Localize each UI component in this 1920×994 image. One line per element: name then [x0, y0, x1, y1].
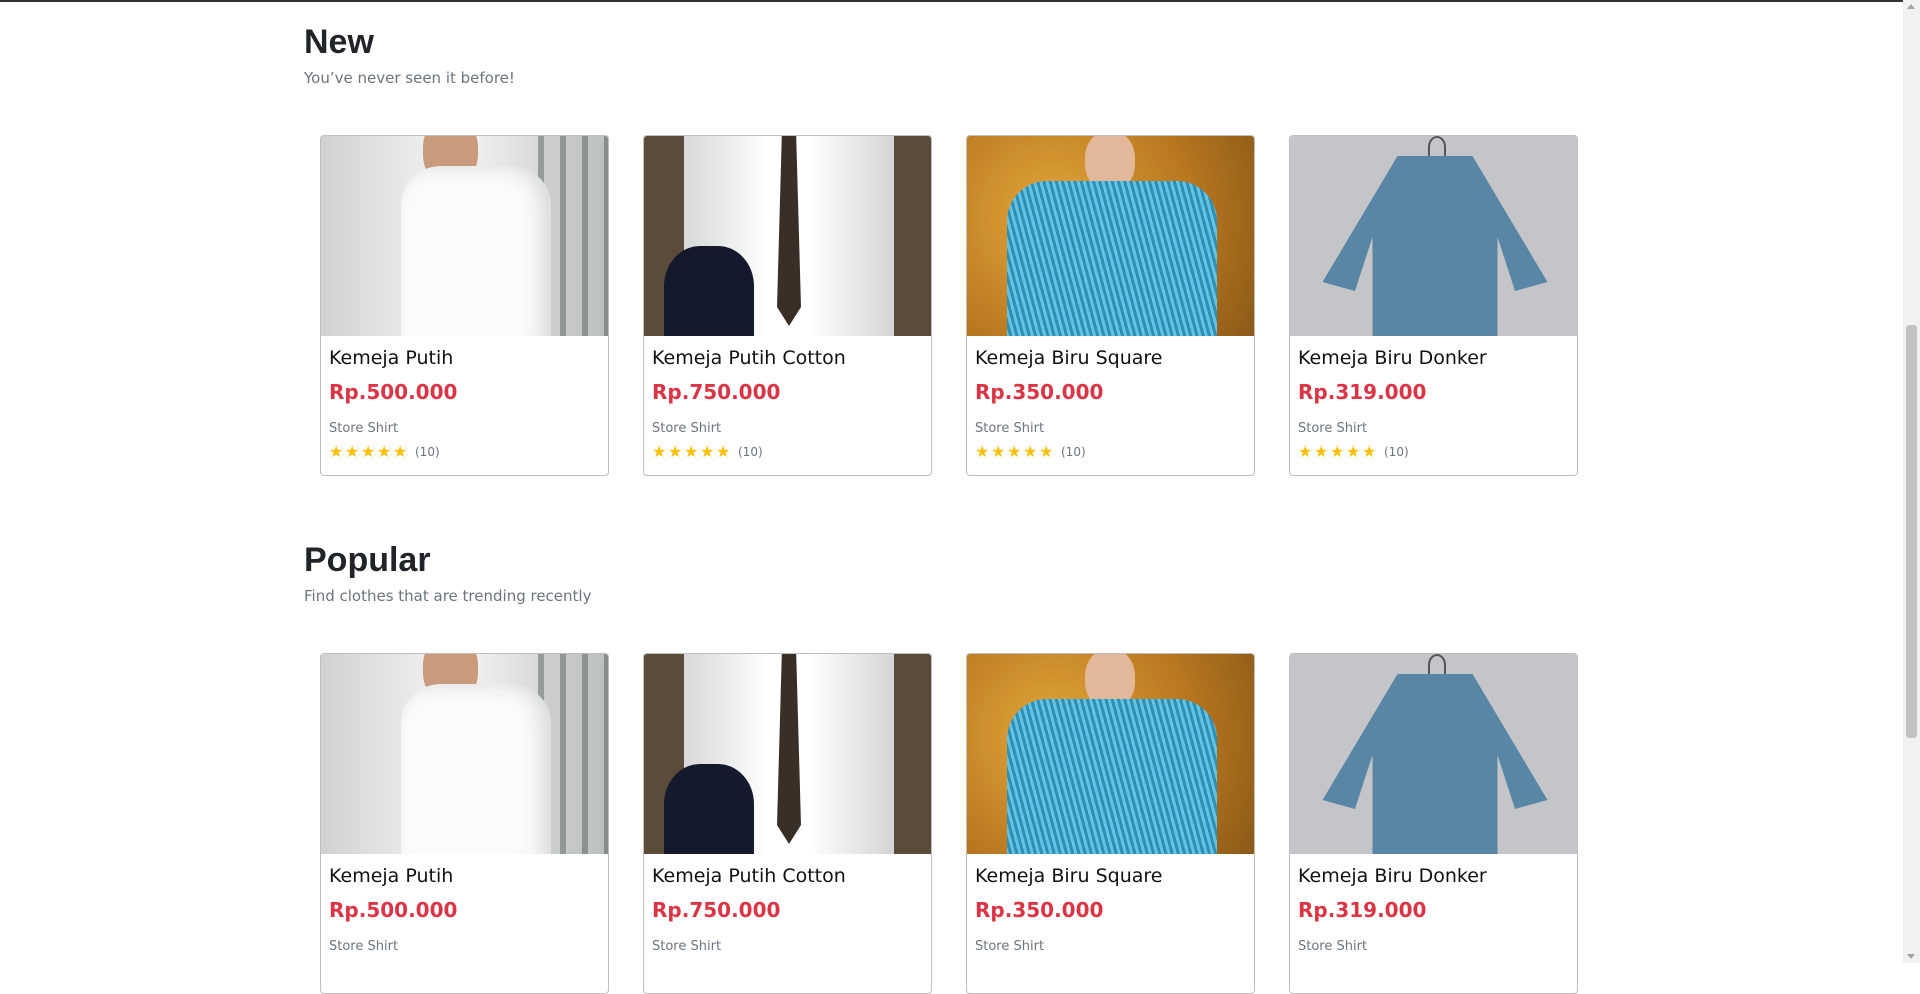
- store-name[interactable]: Store Shirt: [1298, 421, 1569, 437]
- product-name[interactable]: Kemeja Biru Donker: [1298, 864, 1569, 888]
- store-name[interactable]: Store Shirt: [975, 421, 1246, 437]
- product-card[interactable]: Kemeja Biru Square Rp.350.000 Store Shir…: [966, 135, 1255, 476]
- product-image[interactable]: [967, 654, 1254, 854]
- star-icon: ★: [1007, 442, 1022, 461]
- shirt-shape: [1322, 674, 1548, 854]
- window-top-border: [0, 0, 1920, 2]
- shirt-shape: [1322, 156, 1548, 336]
- star-icon: ★: [684, 442, 699, 461]
- star-icon: ★: [1346, 442, 1361, 461]
- hanger-shape: [1428, 654, 1446, 676]
- section-title-new: New: [304, 23, 374, 61]
- product-card[interactable]: Kemeja Putih Rp.500.000 Store Shirt ★ ★ ★ ★…: [320, 135, 609, 476]
- star-icon: ★: [700, 442, 715, 461]
- product-image[interactable]: [1290, 136, 1577, 336]
- star-icon: ★: [1039, 442, 1054, 461]
- store-name[interactable]: Store Shirt: [329, 421, 600, 437]
- product-name[interactable]: Kemeja Putih Cotton: [652, 346, 923, 370]
- product-price: Rp.750.000: [652, 380, 781, 404]
- review-count: (10): [1061, 445, 1086, 459]
- product-card[interactable]: Kemeja Putih Cotton Rp.750.000 Store Shi…: [643, 653, 932, 994]
- hanger-shape: [1428, 136, 1446, 158]
- shirt-shape: [1007, 181, 1217, 336]
- star-icon: ★: [652, 442, 667, 461]
- review-count: (10): [738, 445, 763, 459]
- vertical-scrollbar[interactable]: [1903, 0, 1920, 963]
- star-icon: ★: [393, 442, 408, 461]
- product-card[interactable]: Kemeja Biru Donker Rp.319.000 Store Shir…: [1289, 135, 1578, 476]
- store-name[interactable]: Store Shirt: [1298, 939, 1569, 955]
- section-title-popular: Popular: [304, 541, 431, 579]
- product-image[interactable]: [967, 136, 1254, 336]
- section-subtitle-new: You’ve never seen it before!: [304, 69, 515, 87]
- product-price: Rp.500.000: [329, 898, 458, 922]
- product-name[interactable]: Kemeja Putih: [329, 346, 600, 370]
- product-price: Rp.750.000: [652, 898, 781, 922]
- rating: ★ ★ ★ ★ ★ (10): [329, 444, 600, 460]
- product-name[interactable]: Kemeja Putih Cotton: [652, 864, 923, 888]
- shirt-shape: [1007, 699, 1217, 854]
- rating: ★ ★ ★ ★ ★ (10): [975, 444, 1246, 460]
- product-card[interactable]: Kemeja Putih Cotton Rp.750.000 Store Shi…: [643, 135, 932, 476]
- section-subtitle-popular: Find clothes that are trending recently: [304, 587, 592, 605]
- star-icon: ★: [1023, 442, 1038, 461]
- star-icon: ★: [345, 442, 360, 461]
- star-icon: ★: [377, 442, 392, 461]
- product-price: Rp.500.000: [329, 380, 458, 404]
- popular-product-list: Kemeja Putih Rp.500.000 Store Shirt Keme…: [320, 653, 1578, 994]
- store-name[interactable]: Store Shirt: [652, 939, 923, 955]
- scroll-down-icon[interactable]: [1907, 954, 1915, 959]
- popular-section: Popular Find clothes that are trending r…: [304, 540, 1604, 994]
- store-name[interactable]: Store Shirt: [652, 421, 923, 437]
- product-name[interactable]: Kemeja Putih: [329, 864, 600, 888]
- product-image[interactable]: [644, 136, 931, 336]
- scroll-thumb[interactable]: [1906, 325, 1917, 738]
- star-icon: ★: [716, 442, 731, 461]
- product-price: Rp.350.000: [975, 898, 1104, 922]
- store-name[interactable]: Store Shirt: [975, 939, 1246, 955]
- new-product-list: Kemeja Putih Rp.500.000 Store Shirt ★ ★ ★ ★…: [320, 135, 1578, 476]
- product-name[interactable]: Kemeja Biru Donker: [1298, 346, 1569, 370]
- star-icon: ★: [991, 442, 1006, 461]
- star-icon: ★: [329, 442, 344, 461]
- product-image[interactable]: [321, 654, 608, 854]
- product-card[interactable]: Kemeja Biru Square Rp.350.000 Store Shir…: [966, 653, 1255, 994]
- product-image[interactable]: [1290, 654, 1577, 854]
- jacket-shape: [664, 246, 754, 336]
- star-icon: ★: [361, 442, 376, 461]
- product-price: Rp.319.000: [1298, 898, 1427, 922]
- new-section: New You’ve never seen it before! Kemeja …: [304, 22, 1604, 476]
- review-count: (10): [1384, 445, 1409, 459]
- shirt-shape: [401, 684, 551, 854]
- rating: ★ ★ ★ ★ ★ (10): [652, 444, 923, 460]
- star-icon: ★: [668, 442, 683, 461]
- product-price: Rp.350.000: [975, 380, 1104, 404]
- star-icon: ★: [1330, 442, 1345, 461]
- product-image[interactable]: [321, 136, 608, 336]
- star-icon: ★: [1362, 442, 1377, 461]
- shirt-shape: [401, 166, 551, 336]
- product-card[interactable]: Kemeja Putih Rp.500.000 Store Shirt: [320, 653, 609, 994]
- star-icon: ★: [1314, 442, 1329, 461]
- product-name[interactable]: Kemeja Biru Square: [975, 864, 1246, 888]
- store-name[interactable]: Store Shirt: [329, 939, 600, 955]
- product-card[interactable]: Kemeja Biru Donker Rp.319.000 Store Shir…: [1289, 653, 1578, 994]
- product-name[interactable]: Kemeja Biru Square: [975, 346, 1246, 370]
- star-icon: ★: [1298, 442, 1313, 461]
- product-image[interactable]: [644, 654, 931, 854]
- product-price: Rp.319.000: [1298, 380, 1427, 404]
- star-icon: ★: [975, 442, 990, 461]
- rating: ★ ★ ★ ★ ★ (10): [1298, 444, 1569, 460]
- review-count: (10): [415, 445, 440, 459]
- scroll-up-icon[interactable]: [1907, 4, 1915, 9]
- jacket-shape: [664, 764, 754, 854]
